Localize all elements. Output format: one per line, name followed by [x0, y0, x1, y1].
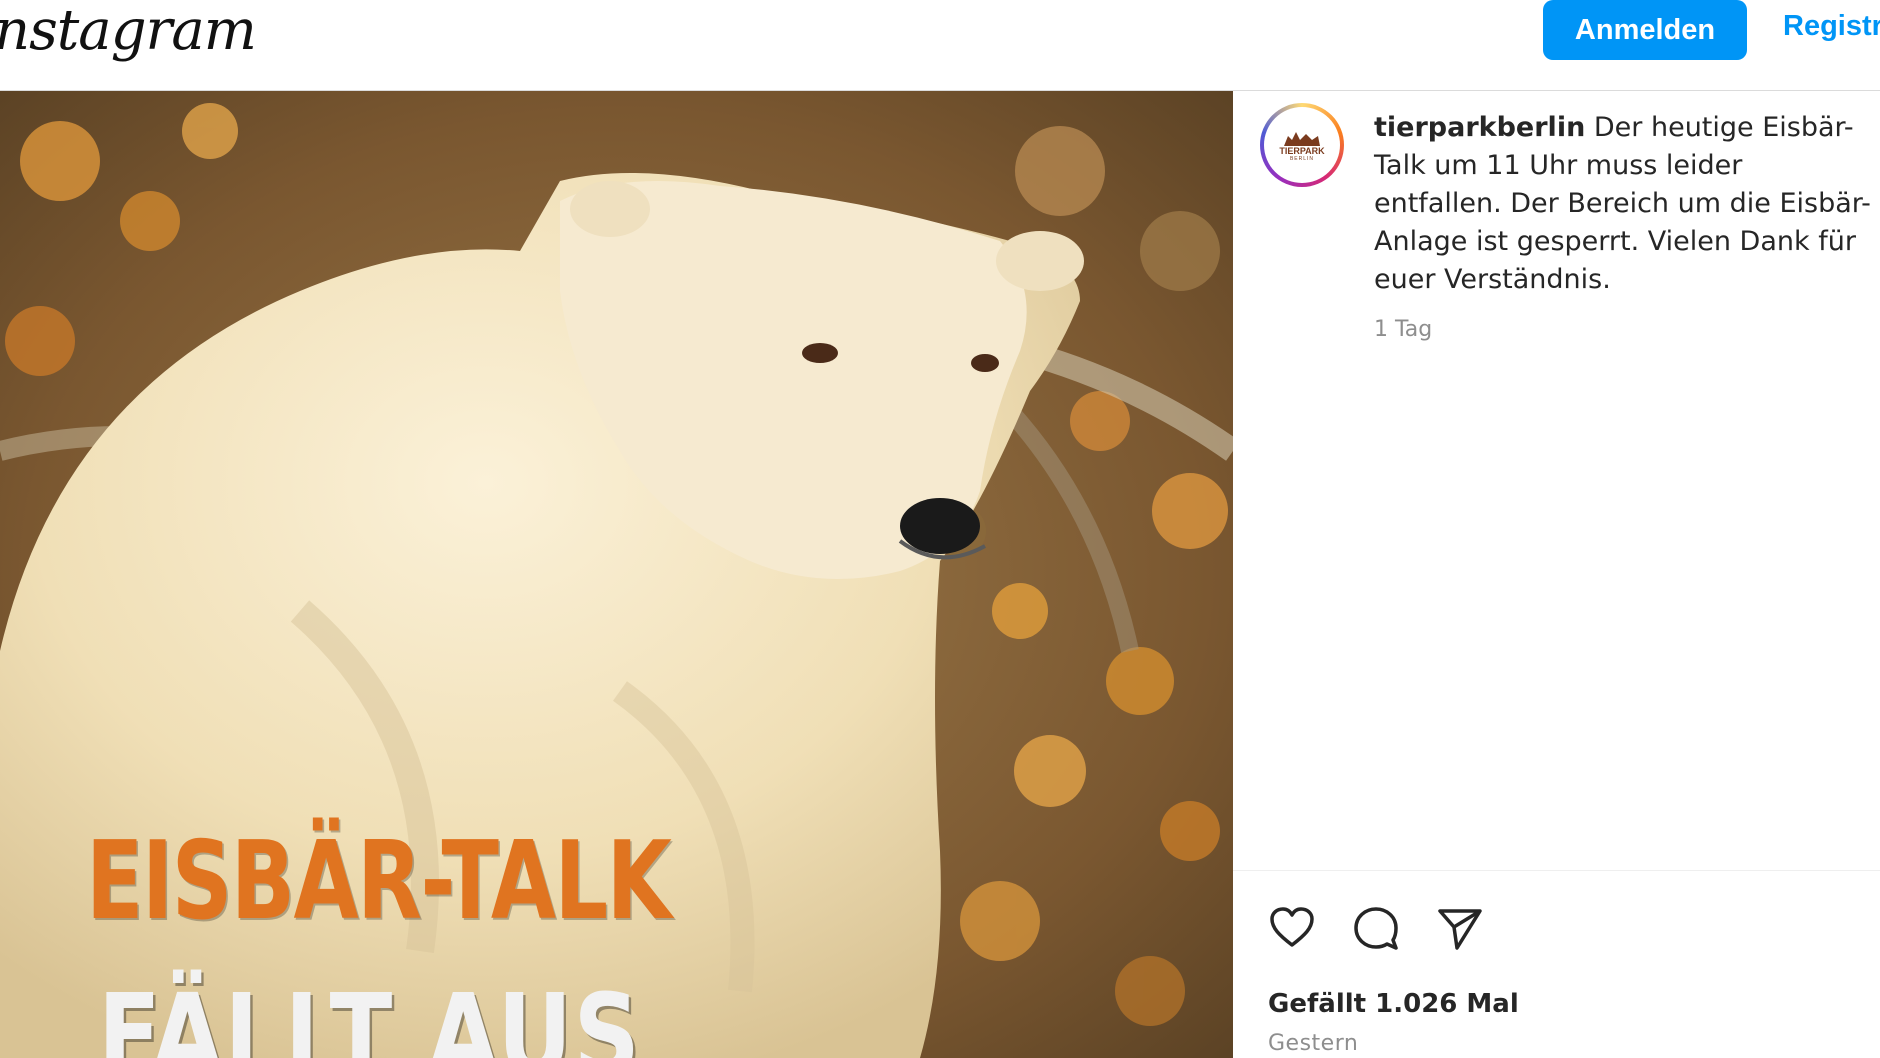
top-bar: nstagram Anmelden Registri [0, 0, 1880, 91]
register-link[interactable]: Registri [1783, 10, 1880, 50]
tierpark-logo-icon: TIERPARK BERLIN [1264, 107, 1340, 183]
post-image[interactable]: EISBÄR-TALK FÄLLT AUS [0, 91, 1233, 1058]
share-icon[interactable] [1435, 903, 1485, 953]
login-button[interactable]: Anmelden [1543, 0, 1747, 60]
instagram-logo[interactable]: nstagram [0, 0, 257, 70]
animals-icon [1284, 132, 1320, 146]
avatar[interactable]: TIERPARK BERLIN [1260, 103, 1344, 187]
avatar-logo-sub: BERLIN [1289, 156, 1315, 162]
heart-icon[interactable] [1267, 903, 1317, 953]
comment-icon[interactable] [1351, 903, 1401, 953]
post-details-panel: TIERPARK BERLIN tierparkberlin Der heuti… [1233, 91, 1880, 1058]
post-date: Gestern [1268, 1031, 1359, 1056]
caption-time: 1 Tag [1374, 317, 1433, 342]
avatar-logo-text: TIERPARK [1279, 146, 1325, 156]
image-title-line2: FÄLLT AUS [98, 971, 642, 1058]
likes-count[interactable]: Gefällt 1.026 Mal [1268, 989, 1519, 1019]
post-caption: tierparkberlin Der heutige Eisbär-Talk u… [1374, 109, 1874, 299]
image-title-line1: EISBÄR-TALK [86, 819, 672, 944]
divider [1233, 870, 1880, 871]
username-link[interactable]: tierparkberlin [1374, 112, 1585, 143]
